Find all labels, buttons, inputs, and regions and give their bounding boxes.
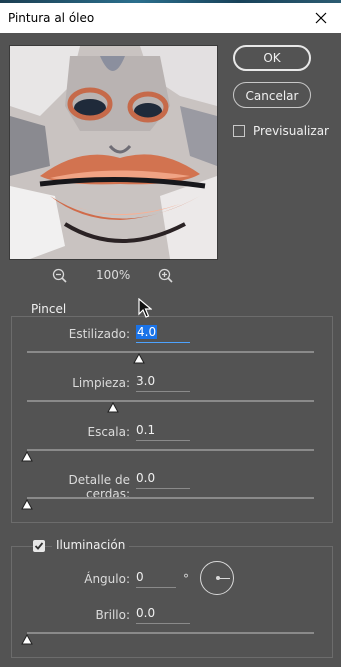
ok-button[interactable]: OK	[233, 45, 311, 71]
cleanliness-slider-track[interactable]	[27, 400, 314, 402]
title-bar: Pintura al óleo	[0, 3, 341, 33]
stylization-slider-track[interactable]	[27, 351, 314, 353]
stylization-input[interactable]: 4.0	[136, 325, 190, 343]
oil-paint-preview-art	[10, 46, 217, 259]
lighting-group	[11, 546, 333, 658]
preview-checkbox-label: Previsualizar	[253, 124, 329, 138]
zoom-out-button[interactable]	[52, 268, 68, 284]
zoom-out-icon	[52, 268, 67, 283]
lighting-group-title: Iluminación	[52, 538, 130, 552]
brush-group-title: Pincel	[27, 302, 71, 316]
mouse-cursor-icon	[138, 297, 153, 321]
brightness-input[interactable]: 0.0	[136, 606, 190, 624]
cleanliness-label: Limpieza:	[72, 376, 130, 390]
angle-input[interactable]: 0	[136, 570, 176, 588]
angle-dial-icon[interactable]	[200, 561, 234, 595]
brightness-slider-track[interactable]	[27, 632, 314, 634]
angle-unit: °	[183, 572, 189, 586]
preview-image[interactable]	[9, 45, 218, 260]
zoom-in-button[interactable]	[158, 268, 174, 284]
window-title: Pintura al óleo	[8, 11, 95, 25]
scale-slider-track[interactable]	[27, 449, 314, 451]
scale-label: Escala:	[87, 425, 130, 439]
scale-input[interactable]: 0.1	[136, 423, 190, 441]
close-button[interactable]	[301, 3, 341, 33]
cancel-button[interactable]: Cancelar	[233, 82, 311, 108]
brightness-label: Brillo:	[95, 608, 130, 622]
bristle-detail-input[interactable]: 0.0	[136, 471, 190, 489]
stylization-label: Estilizado:	[68, 327, 130, 341]
lighting-checkbox[interactable]	[33, 540, 45, 552]
angle-label: Ángulo:	[84, 572, 130, 586]
preview-checkbox[interactable]	[233, 125, 245, 137]
zoom-level: 100%	[96, 268, 131, 282]
checkmark-icon	[34, 542, 44, 550]
bristle-detail-slider-track[interactable]	[27, 497, 314, 499]
angle-dial-center	[216, 576, 220, 580]
zoom-in-icon	[158, 268, 173, 283]
close-icon	[315, 12, 327, 24]
cleanliness-input[interactable]: 3.0	[136, 374, 190, 392]
